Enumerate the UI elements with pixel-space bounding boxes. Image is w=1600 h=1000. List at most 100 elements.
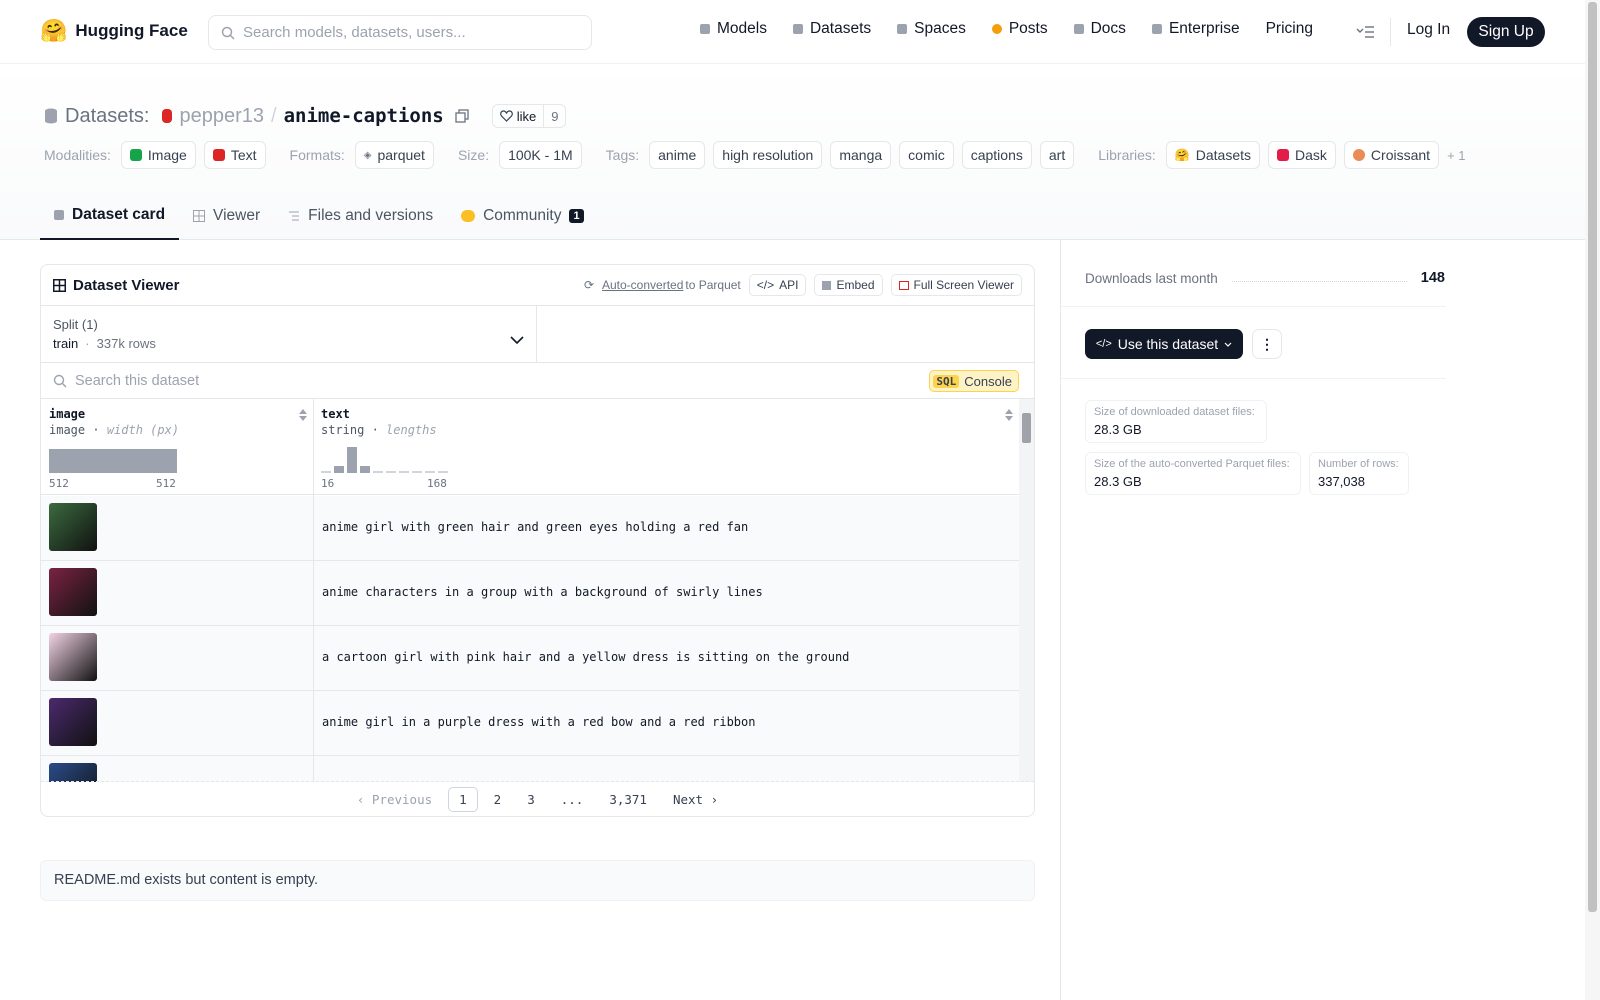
column-type: image · width (px) xyxy=(49,423,180,437)
histogram-bar xyxy=(347,447,357,473)
downloads-label: Downloads last month xyxy=(1085,270,1218,286)
image-thumbnail[interactable] xyxy=(49,568,97,616)
divider xyxy=(1390,18,1391,46)
column-header-text[interactable]: text string · lengths 16 168 xyxy=(313,399,1019,495)
auto-converted-link[interactable]: Auto-converted xyxy=(602,278,683,292)
modality-tag-text[interactable]: Text xyxy=(203,141,266,169)
library-tag-datasets[interactable]: 🤗 Datasets xyxy=(1165,141,1261,169)
page-scrollbar[interactable] xyxy=(1585,0,1600,1000)
table-row[interactable]: a cartoon girl with pink hair and a yell… xyxy=(41,626,1019,691)
tab-viewer[interactable]: Viewer xyxy=(179,192,274,240)
tag-label: Text xyxy=(230,147,257,163)
caption-cell[interactable]: anime girl in a purple dress with a red … xyxy=(322,715,755,729)
page-scrollbar-thumb[interactable] xyxy=(1588,2,1597,912)
table-row[interactable]: anime characters in a group with a backg… xyxy=(41,561,1019,626)
page-1-button[interactable]: 1 xyxy=(448,786,478,812)
embed-button[interactable]: Embed xyxy=(814,274,883,296)
split-selector[interactable]: Split (1) train · 337k rows xyxy=(41,306,537,362)
tag-captions[interactable]: captions xyxy=(961,141,1032,169)
nav-posts[interactable]: Posts xyxy=(991,20,1048,38)
login-link[interactable]: Log In xyxy=(1407,21,1450,39)
sort-icon[interactable] xyxy=(299,409,307,421)
table-row[interactable]: anime girl in a purple dress with a red … xyxy=(41,691,1019,756)
search-icon xyxy=(221,26,235,40)
files-icon xyxy=(289,211,300,221)
caption-cell[interactable]: anime girl with green hair and green eye… xyxy=(322,520,748,534)
caption-cell[interactable]: a cartoon girl with pink hair and a yell… xyxy=(322,650,849,664)
format-tag-parquet[interactable]: ◈ parquet xyxy=(354,141,434,169)
nav-datasets[interactable]: Datasets xyxy=(792,20,871,38)
brand-logo[interactable]: 🤗 Hugging Face xyxy=(40,18,188,44)
like-label-wrap: like xyxy=(493,105,544,127)
scrollbar-thumb[interactable] xyxy=(1022,413,1031,443)
image-thumbnail[interactable] xyxy=(49,633,97,681)
datasets-prefix[interactable]: Datasets: xyxy=(65,105,149,128)
caption-cell[interactable]: anime characters in a group with a backg… xyxy=(322,585,763,599)
embed-label: Embed xyxy=(836,278,875,292)
owner-link[interactable]: pepper13 xyxy=(179,105,264,128)
divider xyxy=(1061,306,1446,307)
image-thumbnail[interactable] xyxy=(49,763,97,782)
refresh-icon: ⟳ xyxy=(583,278,594,292)
use-this-dataset-button[interactable]: </> Use this dataset xyxy=(1085,329,1243,359)
last-page-button[interactable]: 3,371 xyxy=(599,788,657,811)
tab-files-and-versions[interactable]: Files and versions xyxy=(274,192,447,240)
tag-comic[interactable]: comic xyxy=(899,141,954,169)
download-size-stat: Size of downloaded dataset files: 28.3 G… xyxy=(1085,400,1267,443)
tab-community[interactable]: Community 1 xyxy=(447,192,598,240)
nav-enterprise[interactable]: Enterprise xyxy=(1151,20,1240,38)
more-libraries[interactable]: + 1 xyxy=(1447,148,1465,163)
more-options-button[interactable]: ⋮ xyxy=(1252,329,1282,359)
next-page-button[interactable]: Next › xyxy=(663,788,728,811)
heart-icon xyxy=(499,110,513,122)
image-thumbnail[interactable] xyxy=(49,503,97,551)
library-tag-croissant[interactable]: Croissant xyxy=(1343,141,1440,169)
tag-high-resolution[interactable]: high resolution xyxy=(713,141,823,169)
api-button[interactable]: </> API xyxy=(748,274,807,296)
tag-anime[interactable]: anime xyxy=(649,141,706,169)
nav-label: Spaces xyxy=(914,20,966,37)
tag-art[interactable]: art xyxy=(1039,141,1075,169)
library-tag-dask[interactable]: Dask xyxy=(1268,141,1336,169)
tab-label: Community xyxy=(483,207,562,224)
image-thumbnail[interactable] xyxy=(49,698,97,746)
size-tag[interactable]: 100K - 1M xyxy=(499,141,582,169)
table-row[interactable]: anime girl with green hair and green eye… xyxy=(41,496,1019,561)
viewer-title-wrap: Dataset Viewer xyxy=(53,277,179,294)
grid-scrollbar[interactable] xyxy=(1019,399,1034,782)
previous-page-button[interactable]: ‹ Previous xyxy=(347,788,442,811)
brand-name: Hugging Face xyxy=(75,21,188,40)
column-name: text xyxy=(321,407,350,421)
dataset-search-input[interactable]: Search this dataset SQL Console xyxy=(41,363,1034,399)
column-name: image xyxy=(49,407,86,421)
tab-dataset-card[interactable]: Dataset card xyxy=(40,192,180,240)
nav-docs[interactable]: Docs xyxy=(1073,20,1126,38)
to-parquet-text: to Parquet xyxy=(685,278,741,292)
full-screen-viewer-button[interactable]: Full Screen Viewer xyxy=(890,274,1022,296)
modality-tag-image[interactable]: Image xyxy=(120,141,196,169)
pagination: ‹ Previous 1 2 3 ... 3,371 Next › xyxy=(41,781,1034,816)
readme-empty-notice: README.md exists but content is empty. xyxy=(40,860,1035,901)
tag-manga[interactable]: manga xyxy=(830,141,892,169)
sort-icon[interactable] xyxy=(1005,409,1013,421)
nav-pricing[interactable]: Pricing xyxy=(1266,20,1313,38)
column-header-image[interactable]: image image · width (px) 512 512 xyxy=(41,399,313,495)
histogram-bar xyxy=(321,471,331,473)
nav-label: Models xyxy=(717,20,767,37)
sql-console-button[interactable]: SQL Console xyxy=(929,370,1019,392)
global-search-input[interactable]: Search models, datasets, users... xyxy=(208,15,592,50)
like-button[interactable]: like 9 xyxy=(491,104,567,128)
nav-models[interactable]: Models xyxy=(700,20,767,38)
copy-icon[interactable] xyxy=(455,109,469,123)
more-menu-icon[interactable] xyxy=(1355,24,1375,40)
split-value: train · 337k rows xyxy=(53,336,524,351)
page-3-button[interactable]: 3 xyxy=(517,788,545,811)
dataset-name[interactable]: anime-captions xyxy=(284,105,444,127)
signup-button[interactable]: Sign Up xyxy=(1467,17,1545,47)
use-dataset-label: Use this dataset xyxy=(1117,336,1219,352)
page-2-button[interactable]: 2 xyxy=(484,788,512,811)
parquet-size-stat: Size of the auto-converted Parquet files… xyxy=(1085,452,1301,495)
table-row[interactable] xyxy=(41,756,1019,782)
histogram-bar xyxy=(399,471,409,473)
nav-spaces[interactable]: Spaces xyxy=(897,20,966,38)
